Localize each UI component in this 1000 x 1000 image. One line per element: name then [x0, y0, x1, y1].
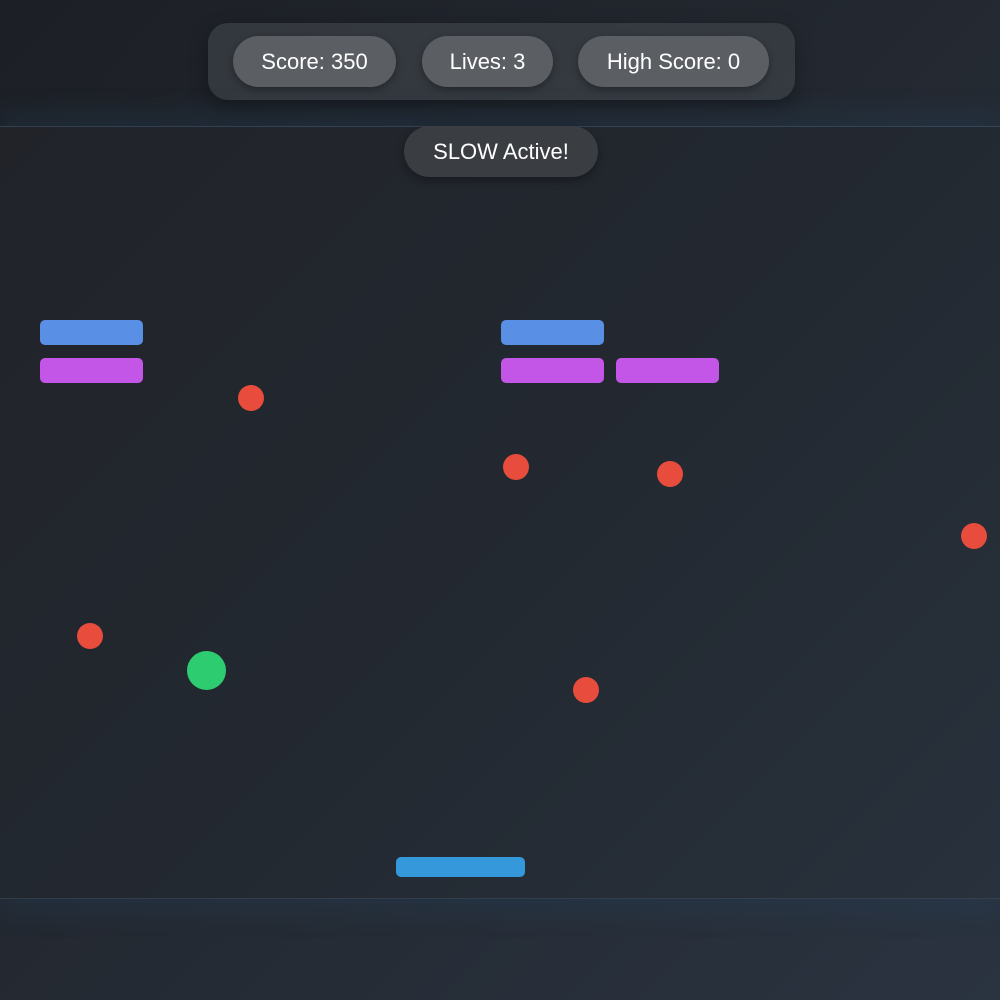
hazard-ball: [573, 677, 599, 703]
lives-display: Lives: 3: [422, 36, 553, 87]
brick: [501, 358, 604, 383]
brick: [40, 358, 143, 383]
brick: [501, 320, 604, 345]
game-screen: Score: 350 Lives: 3 High Score: 0 SLOW A…: [0, 0, 1000, 1000]
player-ball: [187, 651, 226, 690]
hazard-ball: [503, 454, 529, 480]
hazard-ball: [238, 385, 264, 411]
hazard-ball: [657, 461, 683, 487]
hazard-ball: [961, 523, 987, 549]
score-display: Score: 350: [233, 36, 396, 87]
brick: [616, 358, 719, 383]
paddle[interactable]: [396, 857, 525, 877]
hud-bar: Score: 350 Lives: 3 High Score: 0: [208, 23, 795, 100]
brick: [40, 320, 143, 345]
powerup-status-badge: SLOW Active!: [404, 126, 598, 177]
high-score-display: High Score: 0: [578, 36, 769, 87]
game-canvas[interactable]: [0, 126, 1000, 899]
hazard-ball: [77, 623, 103, 649]
